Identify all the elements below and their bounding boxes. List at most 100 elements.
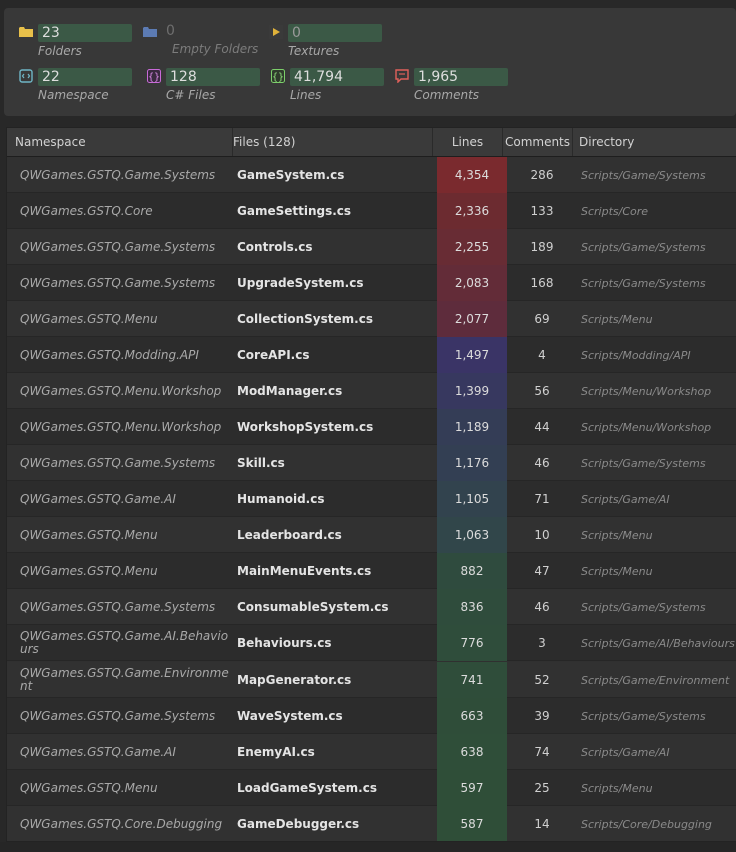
lines-cell: 882 bbox=[437, 553, 507, 589]
column-header-comments[interactable]: Comments bbox=[503, 128, 573, 156]
table-row[interactable]: QWGames.GSTQ.Core.Debugging GameDebugger.… bbox=[7, 806, 736, 841]
file-name-cell[interactable]: Humanoid.cs bbox=[237, 481, 433, 517]
column-header-namespace[interactable]: Namespace bbox=[7, 128, 233, 156]
namespace-cell: QWGames.GSTQ.Menu bbox=[7, 553, 233, 589]
table-row[interactable]: QWGames.GSTQ.Game.Environment MapGenerato… bbox=[7, 662, 736, 698]
stat-empty-folders: 0 Empty Folders bbox=[142, 22, 262, 62]
namespace-text: QWGames.GSTQ.Game.AI bbox=[20, 744, 176, 759]
file-name-cell[interactable]: MapGenerator.cs bbox=[237, 662, 433, 698]
lines-cell: 587 bbox=[437, 806, 507, 841]
file-name-cell[interactable]: LoadGameSystem.cs bbox=[237, 770, 433, 806]
directory-cell: Scripts/Menu bbox=[581, 528, 653, 542]
table-row[interactable]: QWGames.GSTQ.Game.Systems Skill.cs 1,176 46… bbox=[7, 445, 736, 481]
cs-files-count: 128 bbox=[166, 68, 260, 86]
file-name-cell[interactable]: EnemyAI.cs bbox=[237, 734, 433, 770]
directory-cell: Scripts/Game/Systems bbox=[581, 456, 706, 470]
file-name-cell[interactable]: CoreAPI.cs bbox=[237, 337, 433, 373]
file-name-cell[interactable]: Skill.cs bbox=[237, 445, 433, 481]
comments-count: 1,965 bbox=[414, 68, 508, 86]
file-name-cell[interactable]: GameSystem.cs bbox=[237, 157, 433, 193]
table-row[interactable]: QWGames.GSTQ.Menu CollectionSystem.cs 2,07… bbox=[7, 301, 736, 337]
table-row[interactable]: QWGames.GSTQ.Game.Systems GameSystem.cs 4,… bbox=[7, 157, 736, 193]
namespace-cell: QWGames.GSTQ.Game.Systems bbox=[7, 157, 233, 193]
lines-cell: 741 bbox=[437, 662, 507, 698]
table-row[interactable]: QWGames.GSTQ.Game.AI EnemyAI.cs 638 74 Scrip… bbox=[7, 734, 736, 770]
namespace-text: QWGames.GSTQ.Menu.Workshop bbox=[20, 419, 222, 434]
file-name-cell[interactable]: ModManager.cs bbox=[237, 373, 433, 409]
namespace-cell: QWGames.GSTQ.Core bbox=[7, 193, 233, 229]
comments-cell: 14 bbox=[534, 817, 550, 831]
column-header-lines[interactable]: Lines bbox=[433, 128, 503, 156]
file-name-cell[interactable]: Behaviours.cs bbox=[237, 625, 433, 661]
namespace-text: QWGames.GSTQ.Game.Systems bbox=[20, 708, 216, 723]
namespace-count: 22 bbox=[38, 68, 132, 86]
column-header-directory[interactable]: Directory bbox=[573, 128, 736, 156]
table-row[interactable]: QWGames.GSTQ.Menu MainMenuEvents.cs 882 47 S… bbox=[7, 553, 736, 589]
braces-icon: {} bbox=[146, 68, 162, 84]
lines-cell: 1,063 bbox=[437, 517, 507, 553]
comments-cell: 189 bbox=[530, 240, 554, 254]
table-row[interactable]: QWGames.GSTQ.Modding.API CoreAPI.cs 1,497 4… bbox=[7, 337, 736, 373]
texture-icon bbox=[268, 24, 284, 40]
column-header-files[interactable]: Files (128) bbox=[233, 128, 433, 156]
bottom-bar bbox=[0, 842, 736, 852]
file-name-cell[interactable]: UpgradeSystem.cs bbox=[237, 265, 433, 301]
directory-cell: Scripts/Game/AI bbox=[581, 745, 670, 759]
comments-cell: 3 bbox=[538, 636, 546, 650]
svg-text:{}: {} bbox=[272, 72, 284, 83]
empty-folders-count: 0 bbox=[166, 23, 175, 39]
table-row[interactable]: QWGames.GSTQ.Game.Systems ConsumableSyste… bbox=[7, 589, 736, 625]
namespace-text: QWGames.GSTQ.Game.Systems bbox=[20, 275, 216, 290]
namespace-cell: QWGames.GSTQ.Game.AI.Behaviours bbox=[7, 625, 233, 661]
table-row[interactable]: QWGames.GSTQ.Menu.Workshop WorkshopSystem… bbox=[7, 409, 736, 445]
lines-cell: 836 bbox=[437, 589, 507, 625]
stats-panel: 23 Folders 0 Empty Folders 0 Textures 22… bbox=[4, 8, 736, 116]
comments-cell: 71 bbox=[534, 492, 550, 506]
comment-icon bbox=[394, 68, 410, 84]
file-name-cell[interactable]: Leaderboard.cs bbox=[237, 517, 433, 553]
table-row[interactable]: QWGames.GSTQ.Menu Leaderboard.cs 1,063 10 Sc… bbox=[7, 517, 736, 553]
file-name-cell[interactable]: MainMenuEvents.cs bbox=[237, 553, 433, 589]
namespace-cell: QWGames.GSTQ.Menu.Workshop bbox=[7, 373, 233, 409]
table-row[interactable]: QWGames.GSTQ.Menu.Workshop ModManager.cs 1… bbox=[7, 373, 736, 409]
namespace-text: QWGames.GSTQ.Modding.API bbox=[20, 347, 199, 362]
directory-cell: Scripts/Menu/Workshop bbox=[581, 384, 712, 398]
file-name-cell[interactable]: GameSettings.cs bbox=[237, 193, 433, 229]
comments-cell: 39 bbox=[534, 709, 550, 723]
file-name-cell[interactable]: GameDebugger.cs bbox=[237, 806, 433, 841]
namespace-text: QWGames.GSTQ.Game.Systems bbox=[20, 599, 216, 614]
stat-folders: 23 Folders bbox=[18, 24, 138, 64]
file-name-cell[interactable]: Controls.cs bbox=[237, 229, 433, 265]
directory-cell: Scripts/Game/Systems bbox=[581, 600, 706, 614]
namespace-text: QWGames.GSTQ.Game.Environment bbox=[20, 666, 229, 693]
directory-cell: Scripts/Modding/API bbox=[581, 348, 691, 362]
namespace-text: QWGames.GSTQ.Game.AI bbox=[20, 491, 176, 506]
table-row[interactable]: QWGames.GSTQ.Game.AI Humanoid.cs 1,105 71 Sc… bbox=[7, 481, 736, 517]
directory-cell: Scripts/Menu bbox=[581, 781, 653, 795]
table-row[interactable]: QWGames.GSTQ.Game.Systems Controls.cs 2,25… bbox=[7, 229, 736, 265]
file-name-cell[interactable]: WorkshopSystem.cs bbox=[237, 409, 433, 445]
table-row[interactable]: QWGames.GSTQ.Menu LoadGameSystem.cs 597 25 S… bbox=[7, 770, 736, 806]
comments-cell: 46 bbox=[534, 600, 550, 614]
table-row[interactable]: QWGames.GSTQ.Game.Systems WaveSystem.cs 66… bbox=[7, 698, 736, 734]
namespace-cell: QWGames.GSTQ.Menu bbox=[7, 517, 233, 553]
namespace-text: QWGames.GSTQ.Game.Systems bbox=[20, 239, 216, 254]
table-row[interactable]: QWGames.GSTQ.Game.AI.Behaviours Behaviour… bbox=[7, 625, 736, 661]
folders-label: Folders bbox=[38, 44, 82, 58]
table-row[interactable]: QWGames.GSTQ.Game.Systems UpgradeSystem.c… bbox=[7, 265, 736, 301]
lines-cell: 1,189 bbox=[437, 409, 507, 445]
namespace-cell: QWGames.GSTQ.Game.Systems bbox=[7, 265, 233, 301]
table-header: Namespace Files (128) Lines Comments Dir… bbox=[7, 128, 736, 157]
comments-cell: 4 bbox=[538, 348, 546, 362]
file-name-cell[interactable]: ConsumableSystem.cs bbox=[237, 589, 433, 625]
stat-lines: {} 41,794 Lines bbox=[270, 68, 390, 108]
lines-cell: 1,399 bbox=[437, 373, 507, 409]
namespace-text: QWGames.GSTQ.Menu bbox=[20, 780, 158, 795]
comments-cell: 286 bbox=[530, 168, 554, 182]
stat-cs-files: {} 128 C# Files bbox=[146, 68, 266, 108]
textures-count: 0 bbox=[288, 24, 382, 42]
directory-cell: Scripts/Game/AI bbox=[581, 492, 670, 506]
file-name-cell[interactable]: WaveSystem.cs bbox=[237, 698, 433, 734]
table-row[interactable]: QWGames.GSTQ.Core GameSettings.cs 2,336 133… bbox=[7, 193, 736, 229]
file-name-cell[interactable]: CollectionSystem.cs bbox=[237, 301, 433, 337]
